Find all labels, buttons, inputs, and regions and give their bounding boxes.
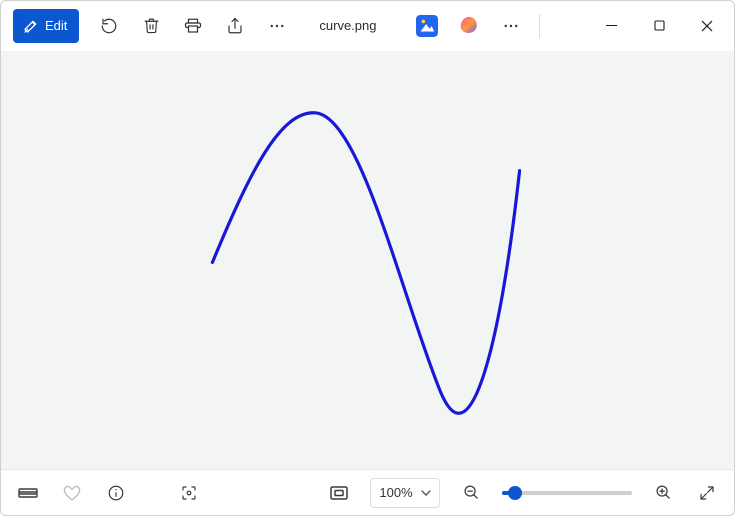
info-button[interactable] [97, 476, 135, 510]
image-canvas[interactable] [1, 51, 734, 470]
share-button[interactable] [215, 8, 255, 44]
fit-to-window-button[interactable] [320, 476, 358, 510]
zoom-out-button[interactable] [452, 476, 490, 510]
zoom-slider-thumb[interactable] [508, 486, 522, 500]
minimize-button[interactable] [588, 2, 634, 50]
trash-icon [143, 17, 160, 34]
edit-button-label: Edit [45, 18, 67, 33]
more-icon [502, 17, 520, 35]
zoom-in-icon [655, 484, 672, 501]
photos-app-icon [416, 15, 438, 37]
share-icon [226, 17, 244, 35]
close-button[interactable] [684, 2, 730, 50]
edit-icon [23, 18, 39, 34]
edit-button[interactable]: Edit [13, 9, 79, 43]
fullscreen-button[interactable] [688, 476, 726, 510]
more-button[interactable] [257, 8, 297, 44]
favorite-button[interactable] [53, 476, 91, 510]
heart-icon [63, 484, 81, 502]
separator [539, 14, 540, 38]
delete-button[interactable] [131, 8, 171, 44]
status-bar: 100% [1, 469, 734, 515]
zoom-slider[interactable] [502, 491, 632, 495]
maximize-button[interactable] [636, 2, 682, 50]
rotate-icon [100, 17, 118, 35]
maximize-icon [654, 20, 665, 31]
filename-label: curve.png [319, 18, 376, 33]
filmstrip-icon [18, 486, 38, 500]
fullscreen-icon [699, 485, 715, 501]
app-more-button[interactable] [491, 8, 531, 44]
zoom-out-icon [463, 484, 480, 501]
scan-icon [180, 484, 198, 502]
more-icon [268, 17, 286, 35]
zoom-value: 100% [379, 485, 412, 500]
title-bar: Edit curve.png [1, 1, 734, 51]
info-icon [107, 484, 125, 502]
print-button[interactable] [173, 8, 213, 44]
close-icon [701, 20, 713, 32]
filmstrip-button[interactable] [9, 476, 47, 510]
print-icon [184, 17, 202, 35]
zoom-select[interactable]: 100% [370, 478, 440, 508]
rotate-button[interactable] [89, 8, 129, 44]
chevron-down-icon [421, 488, 431, 498]
edit-with-photos-button[interactable] [407, 8, 447, 44]
paint-app-icon [458, 15, 480, 37]
curve-image [1, 51, 734, 470]
fit-window-icon [330, 486, 348, 500]
minimize-icon [606, 20, 617, 31]
scan-ocr-button[interactable] [170, 476, 208, 510]
edit-with-paint-button[interactable] [449, 8, 489, 44]
zoom-in-button[interactable] [644, 476, 682, 510]
